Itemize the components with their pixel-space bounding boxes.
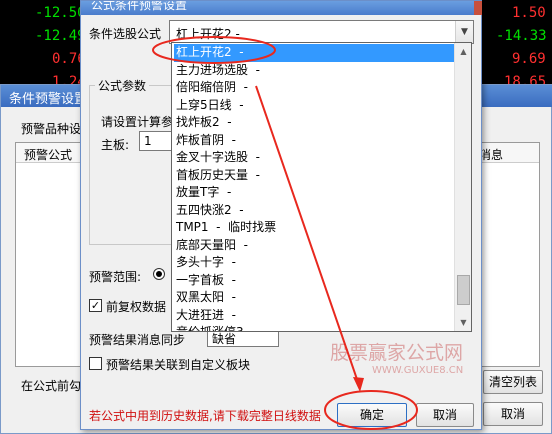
annotation-ellipse-ok	[324, 390, 418, 430]
annotation-layer	[152, 36, 418, 430]
annotation-ellipse-selection	[152, 36, 276, 64]
annotation-arrow-head	[353, 377, 364, 392]
annotation-arrow-line	[255, 85, 361, 389]
